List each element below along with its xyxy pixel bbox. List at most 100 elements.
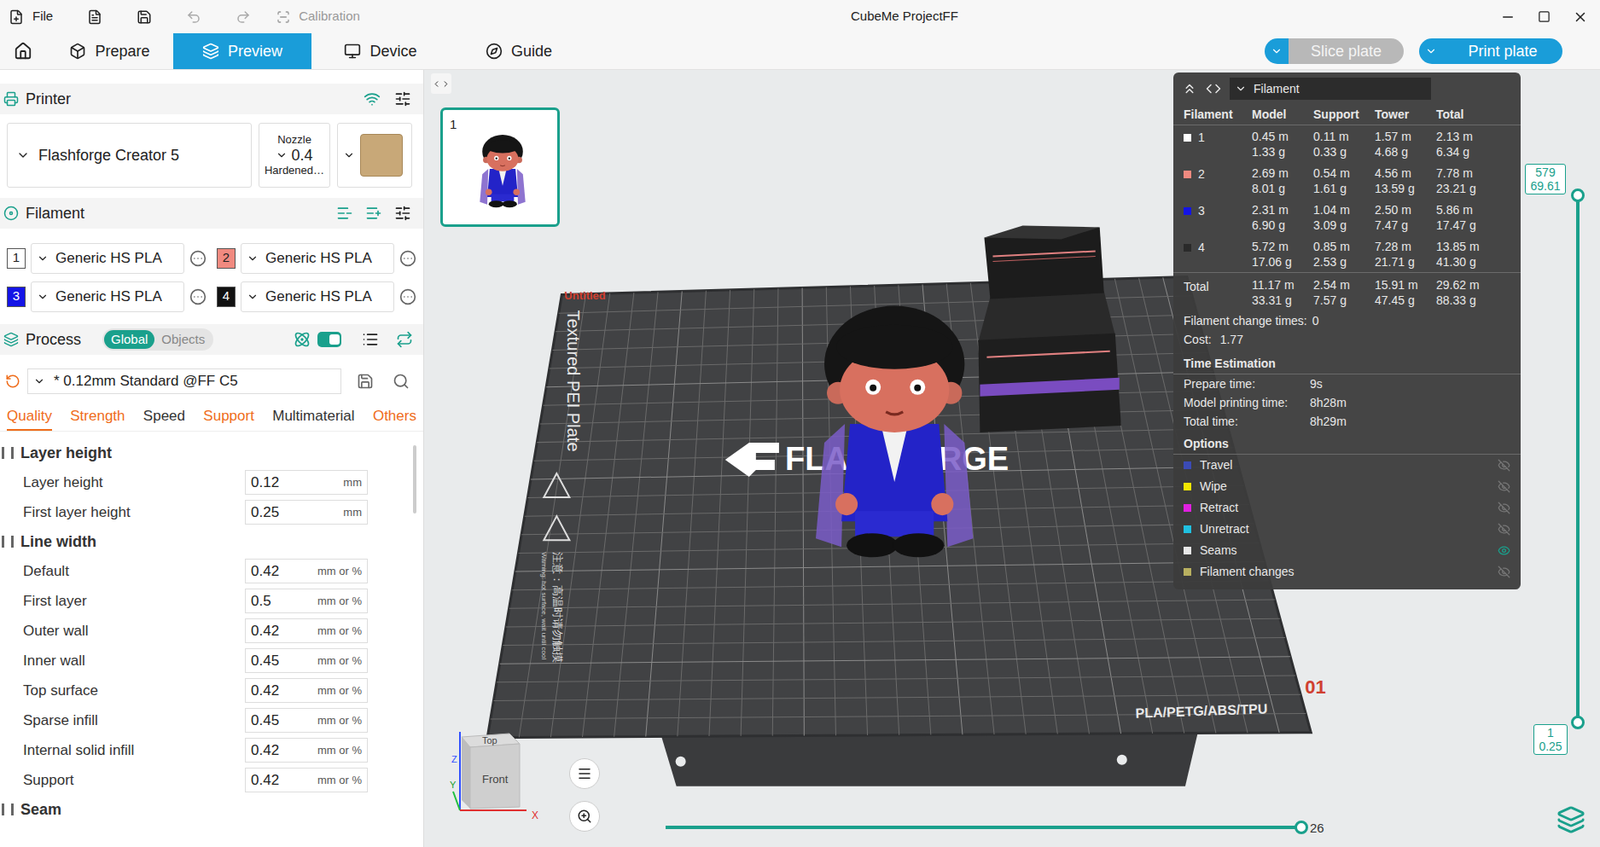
preset-select[interactable]: * 0.12mm Standard @FF C5 — [27, 368, 342, 395]
close-icon[interactable] — [1572, 9, 1589, 25]
eye-off-icon[interactable] — [1497, 565, 1511, 579]
scope-option[interactable]: Objects — [154, 330, 212, 350]
remove-filament-icon[interactable] — [336, 204, 354, 222]
eye-off-icon[interactable] — [1497, 523, 1511, 536]
scope-toggle[interactable]: GlobalObjects — [102, 328, 214, 351]
process-tab[interactable]: Speed — [143, 405, 186, 432]
option-row[interactable]: Retract — [1173, 497, 1521, 519]
nozzle-select[interactable]: Nozzle0.4Hardened… — [258, 122, 331, 188]
setting-field[interactable]: 0.42mm or % — [244, 678, 368, 704]
move-handle[interactable] — [1294, 820, 1309, 835]
stat-value: 3.09 g — [1313, 217, 1375, 233]
view-cube[interactable]: TopFrontZYX — [449, 727, 544, 823]
setting-field[interactable]: 0.42mm or % — [244, 738, 368, 763]
action-button[interactable]: Print plate — [1419, 38, 1563, 64]
slot-index: 1 — [6, 248, 26, 269]
redo-icon[interactable] — [235, 9, 251, 25]
setting-field[interactable]: 0.5mm or % — [244, 588, 368, 614]
setting-field[interactable]: 0.42mm or % — [244, 768, 368, 793]
main-tab[interactable]: Preview — [173, 33, 312, 70]
printer-select[interactable]: Flashforge Creator 5 — [6, 122, 252, 188]
file-menu[interactable]: File — [32, 6, 53, 27]
collapse-icon[interactable] — [1181, 81, 1198, 97]
main-tab[interactable]: Prepare — [46, 33, 174, 70]
eye-icon[interactable] — [1497, 544, 1511, 558]
minimize-icon[interactable] — [1500, 9, 1516, 25]
list-icon[interactable] — [361, 331, 379, 349]
filament-options-icon[interactable] — [399, 288, 417, 306]
compare-icon[interactable] — [293, 331, 311, 349]
eye-off-icon[interactable] — [1497, 501, 1511, 515]
code-icon[interactable] — [1205, 81, 1222, 97]
filament-options-icon[interactable] — [399, 250, 417, 268]
process-tab[interactable]: Multimaterial — [272, 405, 355, 432]
wifi-icon[interactable] — [363, 90, 381, 108]
top-layer-label: 57969.61 — [1524, 163, 1566, 195]
filament-number: 2 — [1198, 165, 1205, 184]
filament-options-icon[interactable] — [189, 250, 207, 268]
time-value: 8h28m — [1309, 394, 1511, 413]
support-right — [943, 424, 973, 547]
figure-model[interactable] — [815, 306, 973, 559]
setting-field[interactable]: 0.42mm or % — [244, 618, 368, 644]
settings-icon[interactable] — [394, 90, 412, 108]
bed-select[interactable] — [337, 122, 413, 188]
setting-field[interactable]: 0.25mm — [244, 500, 368, 525]
advanced-switch[interactable] — [317, 331, 342, 348]
sidebar-toggle[interactable] — [430, 73, 452, 94]
swap-icon[interactable] — [395, 331, 414, 349]
add-filament-icon[interactable] — [365, 204, 383, 222]
process-tab[interactable]: Strength — [69, 405, 125, 432]
menu-icon[interactable] — [87, 9, 103, 25]
stat-cell: 7.78 m23.21 g — [1436, 165, 1511, 197]
search-icon[interactable] — [392, 372, 410, 390]
eye-off-icon[interactable] — [1497, 459, 1511, 472]
scrollbar — [413, 445, 417, 514]
slot-index: 4 — [216, 286, 236, 308]
setting-field[interactable]: 0.45mm or % — [244, 648, 368, 674]
view-type-select[interactable]: Filament — [1229, 77, 1432, 100]
prime-tower[interactable] — [977, 225, 1121, 433]
option-row[interactable]: Seams — [1173, 540, 1521, 562]
scope-option[interactable]: Global — [104, 330, 155, 350]
figure-model[interactable] — [479, 134, 525, 208]
save-preset-icon[interactable] — [356, 372, 374, 390]
filament-select[interactable]: Generic HS PLA — [30, 243, 185, 274]
top-handle[interactable] — [1570, 188, 1585, 203]
process-tab[interactable]: Quality — [6, 405, 53, 432]
option-row[interactable]: Travel — [1173, 454, 1521, 477]
main-tab[interactable]: Device — [311, 33, 450, 70]
home-button[interactable] — [0, 33, 47, 70]
setting-field[interactable]: 0.42mm or % — [244, 558, 368, 584]
zoom-button[interactable] — [569, 801, 600, 832]
main-tab[interactable]: Guide — [449, 33, 588, 70]
filament-select[interactable]: Generic HS PLA — [240, 243, 395, 274]
setting-field[interactable]: 0.12mm — [244, 470, 368, 495]
reset-icon[interactable] — [5, 373, 21, 390]
action-button[interactable]: Slice plate — [1264, 38, 1404, 64]
setting-field[interactable]: 0.45mm or % — [244, 708, 368, 734]
viewport[interactable]: UntitledTextured PEI Plate注意：高温时请勿触摸Warn… — [424, 69, 1600, 847]
calibration-menu[interactable]: Calibration — [298, 6, 361, 27]
save-icon[interactable] — [136, 9, 152, 25]
filament-select[interactable]: Generic HS PLA — [240, 281, 395, 313]
stat-cell: 13.85 m41.30 g — [1436, 238, 1511, 270]
filament-options-icon[interactable] — [189, 288, 207, 306]
filament-select[interactable]: Generic HS PLA — [30, 281, 185, 313]
settings-icon[interactable] — [394, 204, 412, 222]
option-row[interactable]: Wipe — [1173, 476, 1521, 498]
view-menu-button[interactable] — [569, 758, 600, 790]
layer-slider[interactable] — [1576, 195, 1580, 723]
bottom-handle[interactable] — [1570, 715, 1585, 730]
process-tab[interactable]: Others — [372, 405, 417, 432]
move-slider[interactable] — [665, 826, 1302, 830]
action-label: Print plate — [1467, 40, 1537, 64]
option-row[interactable]: Filament changes — [1173, 561, 1521, 583]
maximize-icon[interactable] — [1537, 10, 1551, 24]
plate-thumbnail[interactable]: 1 — [440, 107, 560, 227]
eye-off-icon[interactable] — [1497, 480, 1511, 494]
layers-icon[interactable] — [1556, 805, 1586, 835]
process-tab[interactable]: Support — [203, 405, 255, 432]
undo-icon[interactable] — [186, 9, 202, 25]
option-row[interactable]: Unretract — [1173, 518, 1521, 541]
